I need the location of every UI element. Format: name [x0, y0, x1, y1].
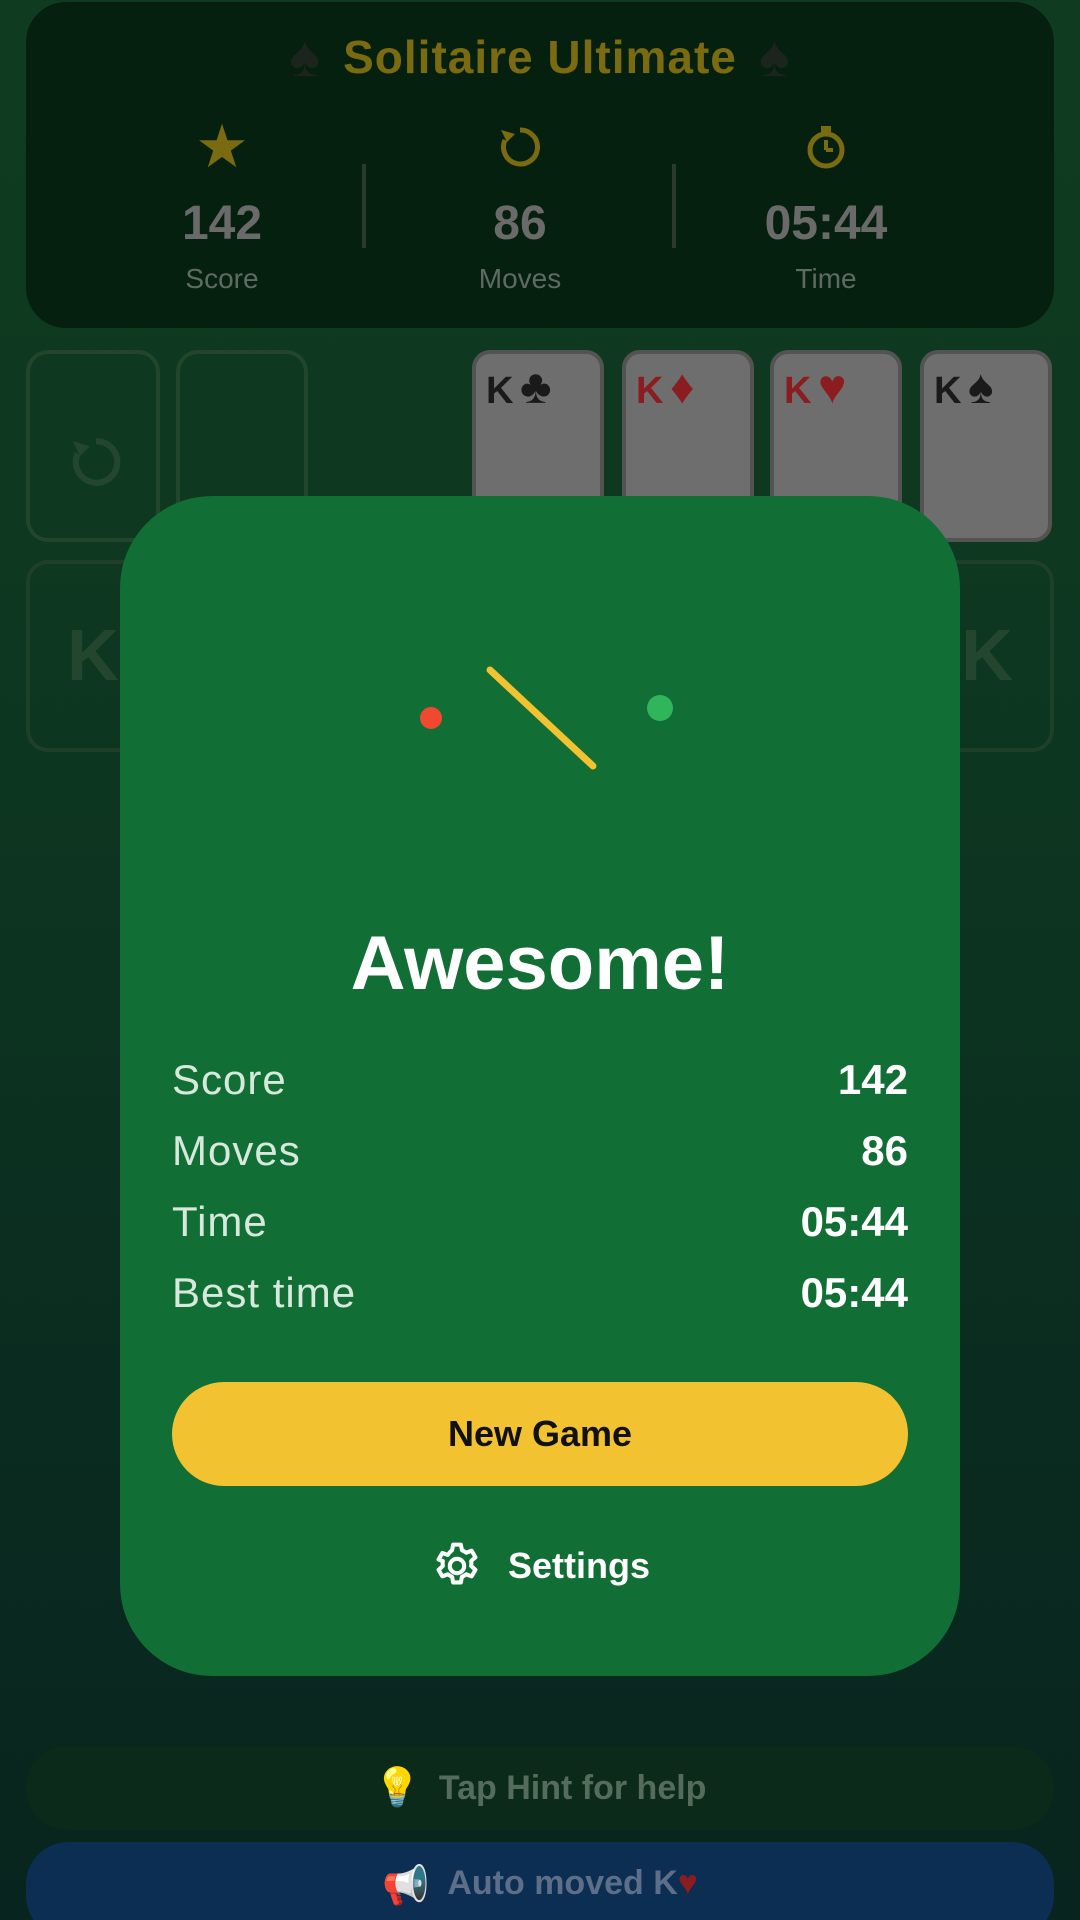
hearts-icon: ♥ — [818, 361, 847, 414]
spade-icon: ♠ — [758, 24, 791, 89]
hint-bar[interactable]: 💡 Tap Hint for help — [26, 1746, 1054, 1830]
auto-move-status-bar: 📢 Auto moved K♥ — [26, 1842, 1054, 1920]
summary-value: 05:44 — [800, 1198, 908, 1245]
moves-label: Moves — [478, 263, 562, 294]
settings-button[interactable]: Settings — [120, 1536, 960, 1596]
settings-label: Settings — [507, 1545, 650, 1586]
app-title: Solitaire Ultimate — [343, 31, 737, 83]
app-title-row: ♠ Solitaire Ultimate ♠ — [26, 22, 1054, 92]
summary-label: Score — [172, 1056, 287, 1103]
king-placeholder-label: K — [67, 616, 119, 696]
stock-pile[interactable] — [26, 350, 160, 542]
gear-icon — [436, 1542, 478, 1585]
moves-value: 86 — [493, 197, 547, 250]
stopwatch-icon — [676, 112, 976, 182]
stat-divider — [362, 164, 366, 248]
hint-text: Tap Hint for help — [438, 1768, 707, 1807]
summary-label: Moves — [172, 1127, 301, 1174]
summary-row-score: Score 142 — [172, 1050, 908, 1110]
megaphone-icon: 📢 — [382, 1865, 430, 1907]
time-value: 05:44 — [764, 197, 888, 250]
summary-row-moves: Moves 86 — [172, 1121, 908, 1181]
summary-label: Best time — [172, 1269, 357, 1316]
restart-icon — [370, 112, 670, 182]
win-dialog: Awesome! Score 142 Moves 86 Time 05:44 B… — [120, 496, 960, 1676]
card-rank: K — [486, 370, 514, 412]
summary-row-time: Time 05:44 — [172, 1192, 908, 1252]
time-stat: 05:44 Time — [676, 112, 976, 295]
spades-icon: ♠ — [968, 361, 994, 414]
clubs-icon: ♣ — [520, 361, 552, 414]
summary-value: 142 — [837, 1056, 908, 1103]
star-icon: ★ — [195, 113, 249, 180]
foundation-spades[interactable]: K ♠ — [920, 350, 1052, 542]
status-text: Auto moved K♥ — [447, 1864, 698, 1903]
moves-stat: 86 Moves — [370, 112, 670, 295]
hearts-icon: ♥ — [677, 1864, 698, 1902]
time-label: Time — [795, 263, 857, 294]
card-rank: K — [636, 370, 664, 412]
score-value: 142 — [181, 197, 263, 250]
win-heading: Awesome! — [350, 921, 730, 1006]
confetti-animation — [420, 666, 673, 770]
status-message: Auto moved K — [447, 1864, 678, 1902]
score-label: Score — [185, 263, 259, 294]
spade-icon: ♠ — [289, 24, 322, 89]
summary-label: Time — [172, 1198, 268, 1245]
card-rank: K — [784, 370, 812, 412]
score-header: ♠ Solitaire Ultimate ♠ ★ 142 Score 86 Mo… — [26, 2, 1054, 328]
lightbulb-icon: 💡 — [373, 1767, 421, 1809]
diamonds-icon: ♦ — [670, 361, 695, 414]
new-game-button[interactable]: New Game — [172, 1382, 908, 1486]
recycle-icon — [72, 438, 121, 486]
card-rank: K — [934, 370, 962, 412]
score-stat: ★ 142 Score — [72, 112, 372, 295]
summary-value: 86 — [861, 1127, 908, 1174]
summary-value: 05:44 — [800, 1269, 908, 1316]
summary-row-best-time: Best time 05:44 — [172, 1263, 908, 1323]
king-placeholder-label: K — [961, 616, 1013, 696]
